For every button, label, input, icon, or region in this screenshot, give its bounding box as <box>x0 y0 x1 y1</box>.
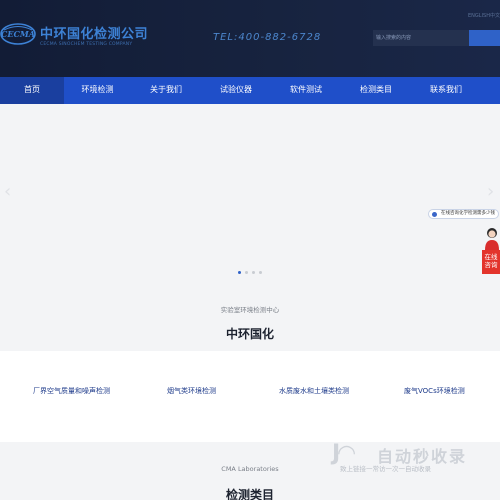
site-header: CECMA 中环国化检测公司 CECMA SINOCHEM TESTING CO… <box>0 0 500 77</box>
nav-item-env-testing[interactable]: 环境检测 <box>64 77 131 104</box>
watermark-tagline: 致上链接一常访一次一自动收录 <box>340 465 431 473</box>
chat-icon <box>432 212 437 217</box>
cma-section-title: 检测类目 <box>225 488 274 500</box>
watermark: J◠ 自动秒收录 致上链接一常访一次一自动收录 <box>332 441 500 481</box>
cecma-logo[interactable]: CECMA <box>0 22 36 46</box>
lab-section-title: 中环国化 <box>225 327 274 341</box>
nav-item-software-testing[interactable]: 软件测试 <box>271 77 341 104</box>
slider-dot[interactable] <box>245 271 248 274</box>
chevron-left-icon[interactable]: ‹ <box>4 183 11 201</box>
page: CECMA 中环国化检测公司 CECMA SINOCHEM TESTING CO… <box>0 0 500 500</box>
service-agent-avatar[interactable] <box>483 226 500 250</box>
main-nav: 首页 环境检测 关于我们 试验仪器 软件测试 检测类目 联系我们 <box>0 77 500 104</box>
slider-dot[interactable] <box>252 271 255 274</box>
slider-dot[interactable] <box>259 271 262 274</box>
lab-section-subtitle: 实验室环境检测中心 <box>220 306 280 314</box>
online-consult-label: 在线 <box>484 253 498 261</box>
online-consult-label: 咨询 <box>484 261 498 269</box>
chat-prompt-text: 在线咨询化学检测需多少钱 <box>441 211 495 216</box>
language-switch[interactable]: ENGLISH中文 <box>468 12 500 19</box>
search-input[interactable] <box>373 30 469 46</box>
service-card-vocs[interactable]: 废气VOCs环境检测 <box>404 386 465 396</box>
nav-item-about[interactable]: 关于我们 <box>131 77 201 104</box>
banner-slider <box>0 104 500 284</box>
slider-dot[interactable] <box>238 271 241 274</box>
nav-item-contact[interactable]: 联系我们 <box>411 77 481 104</box>
nav-item-categories[interactable]: 检测类目 <box>341 77 411 104</box>
service-card-flue-gas[interactable]: 烟气类环境检测 <box>167 386 216 396</box>
logo-text: CECMA <box>1 29 35 39</box>
search-button[interactable] <box>469 30 500 46</box>
brand-subtitle: CECMA SINOCHEM TESTING COMPANY <box>40 42 133 47</box>
phone-number: TEL:400-882-6728 <box>213 32 322 43</box>
nav-item-instruments[interactable]: 试验仪器 <box>201 77 271 104</box>
service-card-water-soil[interactable]: 水质废水和土壤类检测 <box>279 386 349 396</box>
brand-name[interactable]: 中环国化检测公司 <box>40 23 148 42</box>
chevron-right-icon[interactable]: › <box>487 183 494 201</box>
service-cards <box>0 351 500 442</box>
online-consult-button[interactable]: 在线 咨询 <box>482 250 500 274</box>
service-card-air-noise[interactable]: 厂界空气质量和噪声检测 <box>33 386 110 396</box>
nav-item-home[interactable]: 首页 <box>0 77 64 104</box>
chat-prompt-bubble[interactable]: 在线咨询化学检测需多少钱 <box>428 209 499 219</box>
